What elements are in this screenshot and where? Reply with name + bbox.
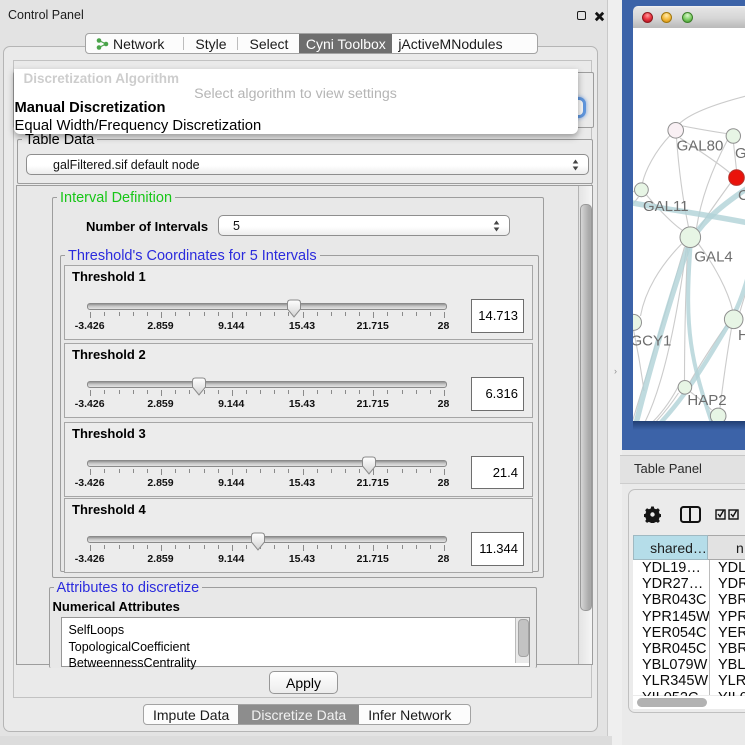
svg-text:GAL80: GAL80 (676, 138, 723, 155)
svg-text:GAL11: GAL11 (643, 198, 689, 215)
svg-text:GA: GA (735, 145, 745, 162)
svg-text:GCY1: GCY1 (633, 333, 671, 350)
svg-text:H: H (738, 327, 745, 344)
svg-text:CY: CY (738, 187, 745, 204)
svg-text:HAP2: HAP2 (687, 392, 726, 409)
svg-text:GAL4: GAL4 (694, 249, 732, 266)
